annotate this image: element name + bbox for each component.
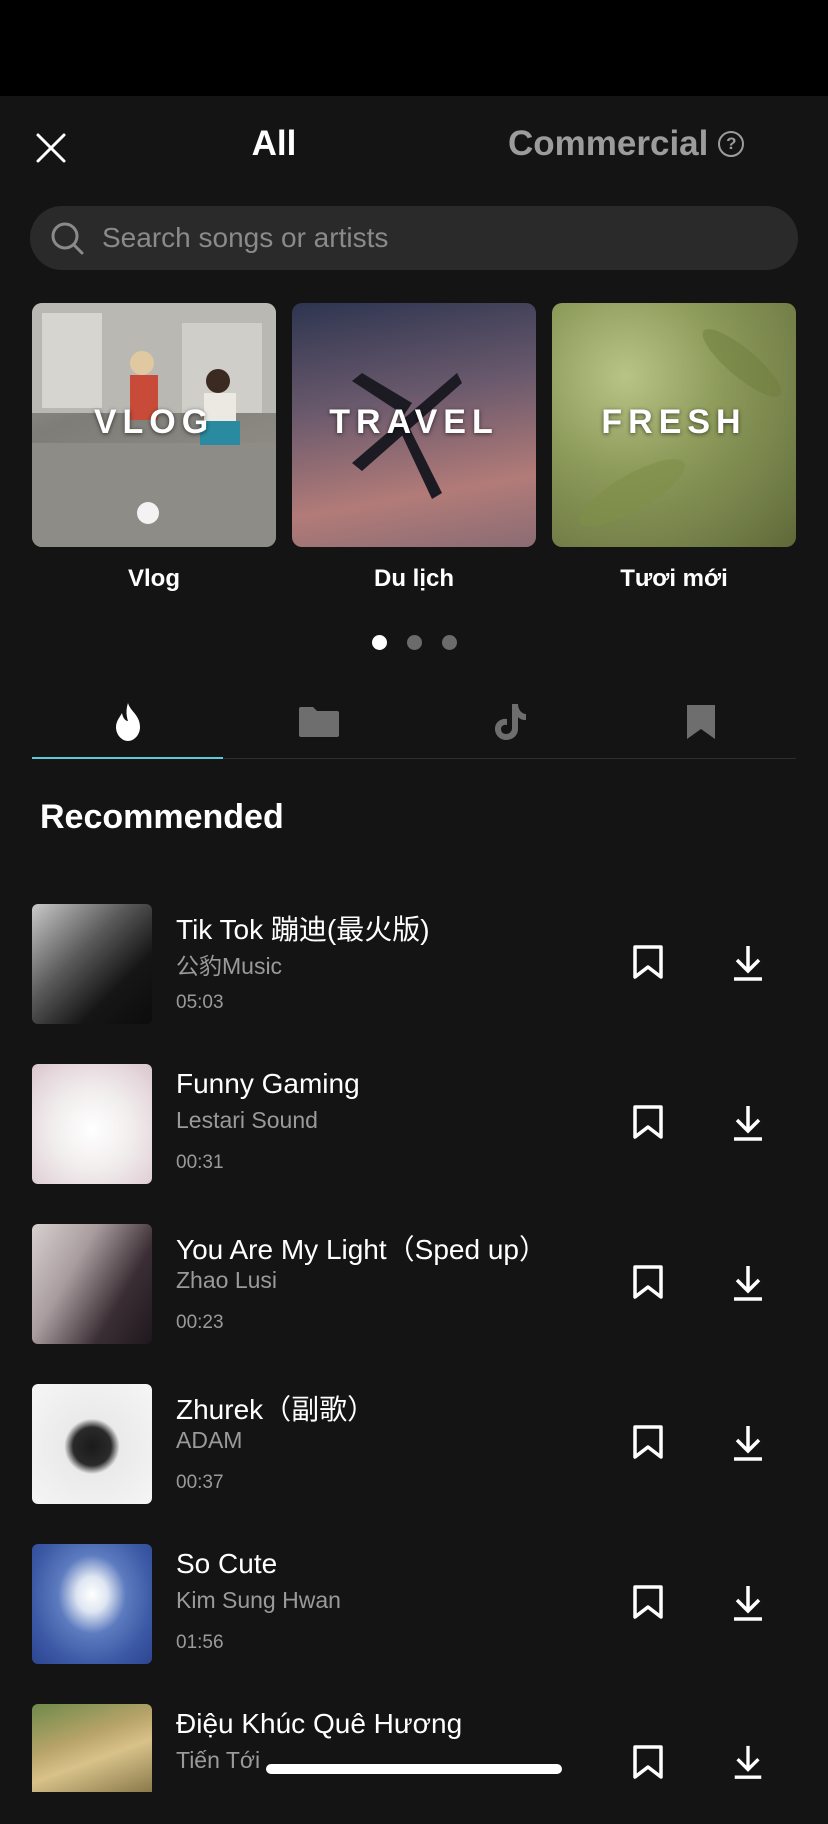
song-artist: Lestari Sound <box>176 1107 318 1133</box>
bookmark-icon[interactable] <box>632 1744 664 1780</box>
bookmark-icon[interactable] <box>632 1104 664 1140</box>
tab-tiktok[interactable] <box>414 686 605 758</box>
album-cover <box>32 1064 152 1184</box>
page-indicator <box>0 635 828 650</box>
genre-card-title: FRESH <box>601 403 747 441</box>
tab-trending[interactable] <box>32 686 223 759</box>
tab-all[interactable]: All <box>214 124 334 164</box>
tiktok-icon <box>494 704 526 740</box>
bookmark-icon[interactable] <box>632 1264 664 1300</box>
song-title: Funny Gaming <box>176 1068 360 1099</box>
song-title: Zhurek（副歌） <box>176 1394 376 1425</box>
download-icon[interactable] <box>732 1424 764 1462</box>
song-item[interactable]: So Cute Kim Sung Hwan 01:56 <box>32 1544 796 1664</box>
song-duration: 00:23 <box>176 1312 224 1333</box>
tab-saved[interactable] <box>605 686 796 758</box>
song-artist: 公豹Music <box>176 953 283 979</box>
song-title: So Cute <box>176 1548 278 1579</box>
song-duration: 01:56 <box>176 1632 224 1653</box>
album-cover <box>32 1544 152 1664</box>
song-item[interactable]: Zhurek（副歌） ADAM 00:37 <box>32 1384 796 1504</box>
category-tabs <box>32 686 796 759</box>
download-icon[interactable] <box>732 944 764 982</box>
search-input[interactable] <box>100 221 754 255</box>
section-title: Recommended <box>40 798 284 836</box>
genre-caption-vlog: Vlog <box>128 565 180 592</box>
song-duration: 00:37 <box>176 1472 224 1493</box>
download-icon[interactable] <box>732 1584 764 1622</box>
genre-card-travel[interactable]: TRAVEL <box>292 303 536 547</box>
genre-card-vlog[interactable]: VLOG <box>32 303 276 547</box>
album-cover <box>32 1224 152 1344</box>
genre-card-title: TRAVEL <box>329 403 499 441</box>
page-dot[interactable] <box>371 635 387 650</box>
song-duration: 05:03 <box>176 992 224 1013</box>
bookmark-icon[interactable] <box>632 1584 664 1620</box>
flame-icon <box>115 703 140 741</box>
song-duration: 00:31 <box>176 1152 224 1173</box>
bookmark-icon <box>686 705 715 739</box>
close-button[interactable] <box>30 127 72 169</box>
song-title: Điệu Khúc Quê Hương <box>176 1708 463 1739</box>
search-icon <box>51 222 84 255</box>
song-title: Tik Tok 蹦迪(最火版) <box>176 914 430 945</box>
download-icon[interactable] <box>732 1744 764 1780</box>
genre-card-title: VLOG <box>93 403 215 441</box>
home-indicator[interactable] <box>266 1764 562 1774</box>
song-artist: Zhao Lusi <box>176 1267 278 1293</box>
help-icon[interactable]: ? <box>718 131 745 157</box>
song-item[interactable]: Funny Gaming Lestari Sound 00:31 <box>32 1064 796 1184</box>
genre-card-fresh[interactable]: FRESH <box>552 303 796 547</box>
album-cover <box>32 1384 152 1504</box>
folder-icon <box>298 707 339 737</box>
page-dot[interactable] <box>406 635 422 650</box>
song-title: You Are My Light（Sped up） <box>176 1234 547 1265</box>
close-icon <box>36 133 66 163</box>
song-item[interactable]: Tik Tok 蹦迪(最火版) 公豹Music 05:03 <box>32 904 796 1024</box>
genre-caption-fresh: Tươi mới <box>620 565 728 592</box>
song-artist: Tiến Tới <box>176 1747 261 1773</box>
song-item[interactable]: You Are My Light（Sped up） Zhao Lusi 00:2… <box>32 1224 796 1344</box>
tab-commercial[interactable]: Commercial ? <box>508 124 745 164</box>
download-icon[interactable] <box>732 1264 764 1302</box>
tab-commercial-label: Commercial <box>508 124 709 163</box>
bookmark-icon[interactable] <box>632 944 664 980</box>
song-artist: Kim Sung Hwan <box>176 1587 341 1613</box>
album-cover <box>32 1704 152 1792</box>
song-artist: ADAM <box>176 1427 243 1453</box>
status-bar <box>0 0 828 96</box>
download-icon[interactable] <box>732 1104 764 1142</box>
bookmark-icon[interactable] <box>632 1424 664 1460</box>
genre-caption-travel: Du lịch <box>373 565 454 592</box>
search-bar[interactable] <box>30 206 798 270</box>
page-dot[interactable] <box>441 635 457 650</box>
tab-folder[interactable] <box>223 686 414 758</box>
album-cover <box>32 904 152 1024</box>
